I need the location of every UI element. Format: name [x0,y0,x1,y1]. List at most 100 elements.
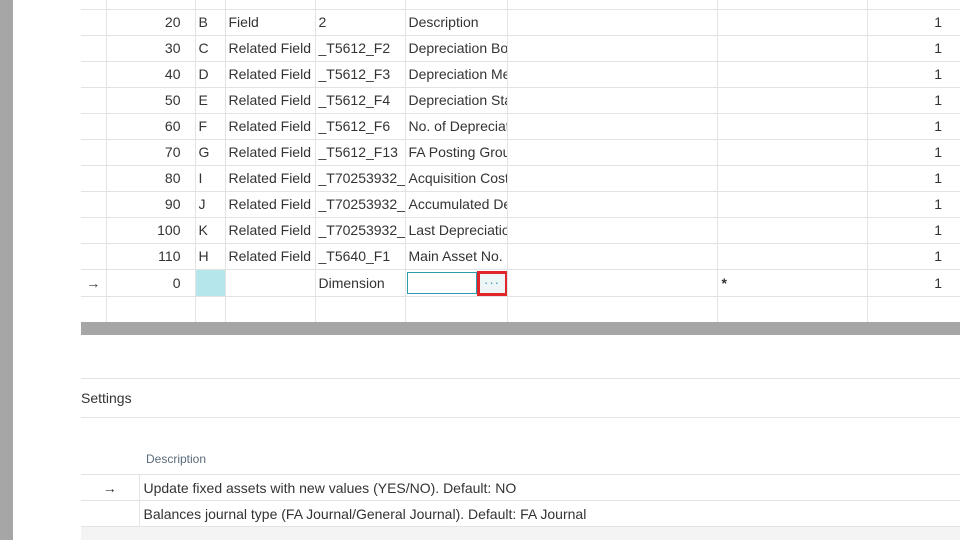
count-cell[interactable]: 1 [867,191,960,218]
description-cell[interactable]: Accumulated Depr. (Total) [405,191,508,218]
settings-row-text[interactable]: Update fixed assets with new values (YES… [139,474,960,501]
column-letter-cell[interactable]: B [195,9,226,36]
grid-row[interactable]: 90JRelated Field_T70253932_F3Accumulated… [81,191,960,218]
settings-row[interactable]: → Update fixed assets with new values (YE… [81,474,960,501]
extra-cell[interactable] [717,165,868,192]
column-letter-cell[interactable]: J [195,191,226,218]
description-cell[interactable]: Acquisition Cost [405,165,508,192]
description-cell[interactable]: Main Asset No. [405,243,508,270]
description-cell[interactable]: FA Posting Group [405,139,508,166]
source-field-cell[interactable]: _T70253932_F2 [315,165,406,192]
field-type-cell[interactable]: Field [225,9,316,36]
grid-row[interactable]: 20 B Field 2 Description 1 [81,9,960,36]
empty-cell[interactable] [81,296,107,323]
source-field-cell[interactable]: 2 [315,9,406,36]
grid-row[interactable]: 70 G Related Field _T5612_F13 FA Posting Gro… [81,139,960,166]
count-cell[interactable]: 1 [867,139,960,166]
source-field-cell[interactable]: _T5612_F6 [315,113,406,140]
grid-row[interactable]: 30 C Related Field _T5612_F2 Depreciation Bo… [81,35,960,62]
column-letter-cell[interactable]: E [195,87,226,114]
grid-row[interactable]: 80IRelated Field_T70253932_F2Acquisition… [81,165,960,192]
field-type-cell[interactable]: Related Field [225,243,316,270]
line-no-cell[interactable]: 20 [106,9,196,36]
extra-cell[interactable] [717,61,868,88]
field-type-cell[interactable] [225,269,316,297]
source-field-cell[interactable]: _T5612_F3 [315,61,406,88]
settings-row[interactable]: Balances journal type (FA Journal/Genera… [81,500,960,527]
column-letter-cell[interactable]: H [195,243,226,270]
horizontal-scrollbar[interactable] [81,322,960,335]
source-field-cell[interactable]: _T5612_F4 [315,87,406,114]
field-type-cell[interactable]: Related Field [225,165,316,192]
empty-cell[interactable] [507,113,718,140]
grid-row[interactable]: 40DRelated Field_T5612_F3Depreciation Me… [81,61,960,88]
row-arrow-cell[interactable] [81,243,107,270]
column-letter-cell[interactable]: C [195,35,226,62]
line-no-cell[interactable]: 80 [106,165,196,192]
grid-row[interactable]: 100KRelated Field_T70253932_F...Last Dep… [81,217,960,244]
empty-cell[interactable] [106,296,196,323]
column-letter-cell[interactable]: F [195,113,226,140]
row-arrow-cell[interactable] [81,217,107,244]
count-cell[interactable]: 1 [867,217,960,244]
type-cell[interactable]: Dimension [315,269,406,297]
extra-cell[interactable] [717,9,868,36]
empty-cell[interactable] [507,243,718,270]
count-cell[interactable]: 1 [867,87,960,114]
source-field-cell[interactable]: _T70253932_F... [315,217,406,244]
extra-cell[interactable] [717,217,868,244]
field-type-cell[interactable]: Related Field [225,113,316,140]
extra-cell[interactable] [717,113,868,140]
empty-cell[interactable] [507,35,718,62]
settings-row-text[interactable]: Balances journal type (FA Journal/Genera… [139,500,960,527]
empty-cell[interactable] [507,217,718,244]
empty-cell[interactable] [507,61,718,88]
grid-empty-row[interactable] [81,296,960,323]
count-cell[interactable]: 1 [867,243,960,270]
field-type-cell[interactable]: Related Field [225,61,316,88]
count-cell[interactable]: 1 [867,165,960,192]
line-no-cell[interactable]: 50 [106,87,196,114]
line-no-cell[interactable]: 0 [106,269,196,297]
empty-cell[interactable] [195,296,226,323]
source-field-input[interactable] [406,271,477,294]
row-arrow-cell[interactable] [81,61,107,88]
row-arrow-cell[interactable] [81,9,107,36]
column-letter-cell[interactable]: I [195,165,226,192]
description-cell[interactable]: Depreciation Method [405,61,508,88]
empty-cell[interactable] [507,139,718,166]
empty-cell[interactable] [507,165,718,192]
empty-cell[interactable] [507,296,718,323]
empty-cell[interactable] [507,191,718,218]
empty-cell[interactable] [507,9,718,36]
count-cell[interactable]: 1 [867,269,960,297]
line-no-cell[interactable]: 40 [106,61,196,88]
row-arrow-cell[interactable] [81,87,107,114]
column-letter-cell-selected[interactable] [195,269,226,297]
description-cell[interactable]: Description [405,9,508,36]
description-cell[interactable]: Depreciation Starting Date [405,87,508,114]
description-cell[interactable]: Depreciation Book Code [405,35,508,62]
source-field-cell[interactable]: _T5640_F1 [315,243,406,270]
source-field-cell[interactable]: _T70253932_F3 [315,191,406,218]
column-letter-cell[interactable]: G [195,139,226,166]
empty-cell[interactable] [867,296,960,323]
extra-cell[interactable] [717,35,868,62]
grid-active-row[interactable]: → 0 Dimension ··· * 1 [81,269,960,297]
count-cell[interactable]: 1 [867,35,960,62]
row-arrow-cell[interactable] [81,139,107,166]
source-field-cell[interactable]: _T5612_F2 [315,35,406,62]
line-no-cell[interactable]: 100 [106,217,196,244]
column-letter-cell[interactable]: D [195,61,226,88]
grid-row[interactable]: 50 E Related Field _T5612_F4 Depreciation St… [81,87,960,114]
row-arrow-cell[interactable] [81,191,107,218]
empty-cell[interactable] [717,296,868,323]
line-no-cell[interactable]: 70 [106,139,196,166]
count-cell[interactable]: 1 [867,61,960,88]
extra-cell[interactable] [717,87,868,114]
extra-cell[interactable] [717,139,868,166]
empty-cell[interactable] [225,296,316,323]
extra-cell[interactable] [717,243,868,270]
field-type-cell[interactable]: Related Field [225,87,316,114]
row-arrow-cell[interactable] [81,165,107,192]
